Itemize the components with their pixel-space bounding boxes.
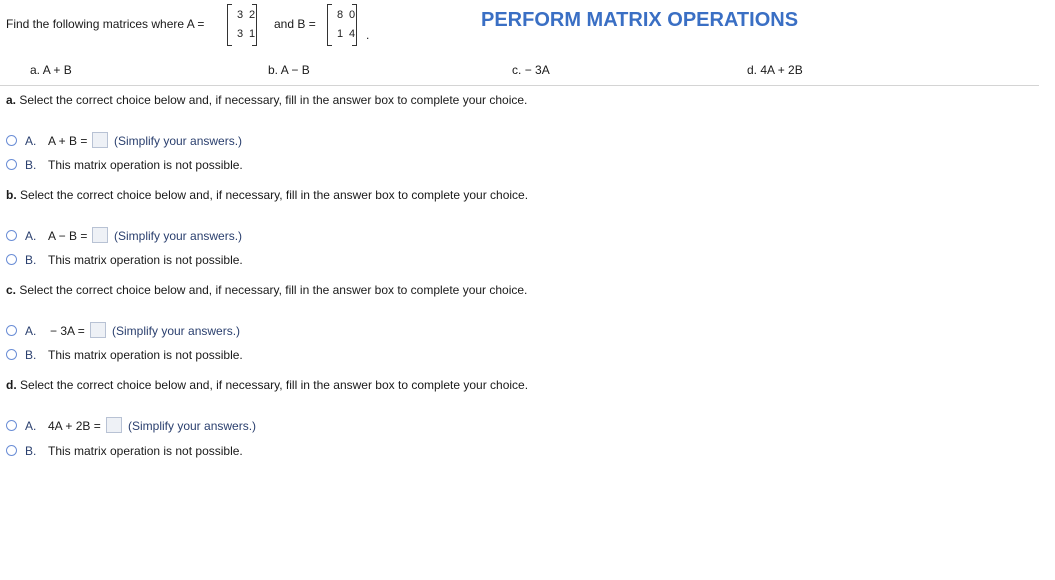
option-letter: A. bbox=[25, 229, 37, 243]
option-letter: A. bbox=[25, 419, 37, 433]
page-title: PERFORM MATRIX OPERATIONS bbox=[481, 9, 799, 31]
instruction-text: Select the correct choice below and, if … bbox=[20, 188, 529, 202]
option-text: This matrix operation is not possible. bbox=[48, 444, 243, 458]
part-letter: a. bbox=[30, 63, 41, 77]
question-b-answer-box[interactable] bbox=[92, 227, 108, 243]
part-label-b: b. A − B bbox=[268, 63, 310, 77]
question-c-instruction: c. Select the correct choice below and, … bbox=[6, 283, 527, 297]
simplify-hint: (Simplify your answers.) bbox=[128, 419, 257, 433]
matrix-a-cell: 3 bbox=[236, 9, 244, 21]
question-letter: d. bbox=[6, 378, 17, 392]
part-label-c: c. − 3A bbox=[512, 63, 550, 77]
header-divider bbox=[0, 85, 1039, 86]
option-text: This matrix operation is not possible. bbox=[48, 348, 243, 362]
part-label-a: a. A + B bbox=[30, 63, 72, 77]
question-a-answer-box[interactable] bbox=[92, 132, 108, 148]
question-a-option-a-radio[interactable] bbox=[6, 135, 17, 146]
question-d-instruction: d. Select the correct choice below and, … bbox=[6, 378, 528, 392]
question-a-instruction: a. Select the correct choice below and, … bbox=[6, 93, 527, 107]
matrix-a-cell: 3 bbox=[236, 28, 244, 40]
part-letter: d. bbox=[747, 63, 758, 77]
matrix-a: 3 2 3 1 bbox=[227, 4, 257, 46]
matrix-a-left-bracket bbox=[227, 4, 232, 46]
question-b-option-a-radio[interactable] bbox=[6, 230, 17, 241]
part-expr: 4A + 2B bbox=[760, 63, 803, 77]
option-expr: − 3A = bbox=[50, 324, 85, 338]
part-expr: − 3A bbox=[524, 63, 550, 77]
option-expr: A + B = bbox=[48, 134, 88, 148]
option-text: This matrix operation is not possible. bbox=[48, 158, 243, 172]
instruction-text: Select the correct choice below and, if … bbox=[19, 283, 528, 297]
prompt-period: . bbox=[366, 28, 370, 42]
simplify-hint: (Simplify your answers.) bbox=[114, 134, 243, 148]
part-letter: c. bbox=[512, 63, 522, 77]
simplify-hint: (Simplify your answers.) bbox=[112, 324, 241, 338]
option-letter: A. bbox=[25, 134, 37, 148]
instruction-text: Select the correct choice below and, if … bbox=[19, 93, 528, 107]
option-letter: B. bbox=[25, 253, 37, 267]
question-c-option-a-radio[interactable] bbox=[6, 325, 17, 336]
simplify-hint: (Simplify your answers.) bbox=[114, 229, 243, 243]
matrix-b-cell: 1 bbox=[336, 28, 344, 40]
part-expr: A + B bbox=[42, 63, 72, 77]
option-expr: A − B = bbox=[48, 229, 88, 243]
prompt-and-b: and B = bbox=[274, 17, 316, 31]
question-c-answer-box[interactable] bbox=[90, 322, 106, 338]
question-c-option-b-radio[interactable] bbox=[6, 349, 17, 360]
matrix-b-right-bracket bbox=[352, 4, 357, 46]
matrix-b: 8 0 1 4 bbox=[327, 4, 357, 46]
matrix-a-right-bracket bbox=[252, 4, 257, 46]
option-letter: B. bbox=[25, 444, 37, 458]
question-letter: a. bbox=[6, 93, 17, 107]
part-letter: b. bbox=[268, 63, 279, 77]
question-b-instruction: b. Select the correct choice below and, … bbox=[6, 188, 528, 202]
part-expr: A − B bbox=[280, 63, 310, 77]
question-letter: b. bbox=[6, 188, 17, 202]
option-expr: 4A + 2B = bbox=[48, 419, 101, 433]
question-b-option-b-radio[interactable] bbox=[6, 254, 17, 265]
question-a-option-b-radio[interactable] bbox=[6, 159, 17, 170]
question-d-option-b-radio[interactable] bbox=[6, 445, 17, 456]
instruction-text: Select the correct choice below and, if … bbox=[20, 378, 529, 392]
question-d-option-a-radio[interactable] bbox=[6, 420, 17, 431]
option-letter: A. bbox=[25, 324, 37, 338]
part-label-d: d. 4A + 2B bbox=[747, 63, 803, 77]
prompt-intro: Find the following matrices where A = bbox=[6, 17, 205, 31]
matrix-b-left-bracket bbox=[327, 4, 332, 46]
question-d-answer-box[interactable] bbox=[106, 417, 122, 433]
question-letter: c. bbox=[6, 283, 17, 297]
option-letter: B. bbox=[25, 158, 37, 172]
option-letter: B. bbox=[25, 348, 37, 362]
matrix-b-cell: 8 bbox=[336, 9, 344, 21]
option-text: This matrix operation is not possible. bbox=[48, 253, 243, 267]
